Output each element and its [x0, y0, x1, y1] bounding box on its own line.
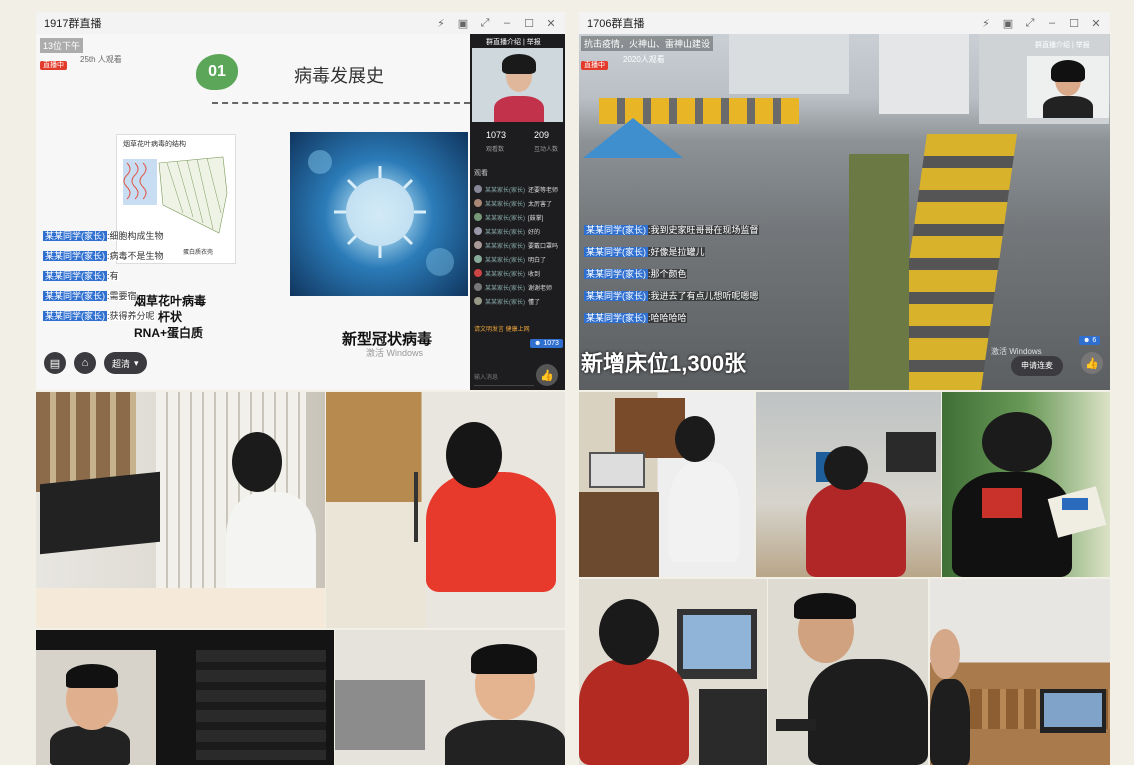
video-caption: 新增床位1,300张: [581, 351, 747, 376]
viewer-list: 某某家长(家长) 还要等老师 某某家长(家长) 太厉害了 某某家长(家长) [鼓掌] …: [474, 182, 562, 308]
like-button[interactable]: 👍: [1081, 352, 1103, 374]
covid-virus-image: [290, 132, 468, 296]
pin-icon[interactable]: ⚡: [435, 17, 447, 30]
chat-line-3: 某某同学(家长):那个颜色: [584, 269, 687, 279]
photo-teacher-laptop: [36, 392, 325, 628]
right-live-window: 1706群直播 ⚡ ▣ ⤢ – ☐ ✕ 抗击疫情，火神山、雷神山建设 直播中 2…: [579, 12, 1110, 390]
tmv-diagram: 烟草花叶病毒的结构 蛋白质衣壳: [116, 134, 236, 264]
maximize-icon[interactable]: ☐: [523, 17, 535, 30]
quality-selector[interactable]: 超清 ▾: [104, 352, 147, 374]
share-screen-button[interactable]: ▤: [44, 352, 66, 374]
chat-line-4: 某某同学(家长):我进去了有点儿想听呢嗯嗯: [584, 291, 759, 301]
screen-icon[interactable]: ▣: [1002, 17, 1014, 30]
live-badge: 直播中: [40, 54, 67, 72]
expand-icon[interactable]: ⤢: [479, 17, 491, 30]
gift-button[interactable]: ⌂: [74, 352, 96, 374]
list-item[interactable]: 某某家长(家长) 好的: [474, 224, 562, 238]
header-links[interactable]: 群直播介绍 | 举报: [486, 37, 541, 47]
close-icon[interactable]: ✕: [545, 17, 557, 30]
list-item[interactable]: 某某家长(家长) 收到: [474, 266, 562, 280]
slide-area: 13位下午 直播中 25th 人观看 01 病毒发展史 烟草花叶病毒的结构 蛋白…: [36, 34, 470, 390]
header-links[interactable]: 群直播介绍 | 举报: [1035, 40, 1090, 50]
left-live-window: 1917群直播 ⚡ ▣ ⤢ – ☐ ✕ 13位下午 直播中 25th 人观看 0…: [36, 12, 565, 390]
chat-line-1: 某某同学(家长):我到史家旺哥哥在现场监督: [584, 225, 759, 235]
photo-teacher-stream-screen: [36, 630, 334, 765]
chat-input[interactable]: 输入消息: [474, 372, 534, 386]
stream-title: 13位下午: [40, 38, 84, 53]
minimize-icon[interactable]: –: [1046, 17, 1058, 30]
photo-teacher-mic: [326, 392, 565, 628]
chat-line-5: 某某同学(家长):哈哈哈哈: [584, 313, 687, 323]
diagram-label: 蛋白质衣壳: [183, 250, 214, 256]
presenter-video: [1027, 56, 1109, 118]
photo-student-computer: [756, 392, 941, 577]
heading-divider: [212, 102, 470, 104]
expand-icon[interactable]: ⤢: [1024, 17, 1036, 30]
photo-student-phone: [942, 392, 1110, 577]
minimize-icon[interactable]: –: [501, 17, 513, 30]
user-icon: ☻: [534, 340, 542, 347]
list-item[interactable]: 某某家长(家长) 谢谢老师: [474, 280, 562, 294]
chevron-down-icon: ▾: [134, 357, 139, 368]
section-label: 观看: [474, 170, 488, 177]
right-window-title: 1706群直播: [587, 18, 645, 30]
live-badge: 直播中: [581, 54, 608, 72]
user-icon: ☻: [1083, 337, 1091, 344]
chat-line-5: 某某同学(家长):获得养分呢: [43, 311, 155, 321]
left-titlebar: 1917群直播 ⚡ ▣ ⤢ – ☐ ✕: [36, 12, 565, 35]
viewer-count: 25th 人观看: [80, 55, 122, 64]
close-icon[interactable]: ✕: [1090, 17, 1102, 30]
slide-number-leaf: 01: [196, 54, 238, 90]
stat-interactions-label: 互动人数: [534, 147, 559, 153]
diagram-caption: 烟草花叶病毒的结构: [123, 141, 186, 148]
left-side-panel: 群直播介绍 | 举报 1073 209 观看数 互动人数 观看 某某家长(家长)…: [470, 34, 565, 390]
pin-icon[interactable]: ⚡: [980, 17, 992, 30]
list-item[interactable]: 某某家长(家长) 还要等老师: [474, 182, 562, 196]
stat-viewers-label: 观看数: [486, 147, 505, 153]
photo-student-desk: [579, 392, 754, 577]
chat-line-3: 某某同学(家长):有: [43, 271, 119, 281]
like-button[interactable]: 👍: [536, 364, 558, 386]
screen-icon[interactable]: ▣: [457, 17, 469, 30]
virus-icon: [308, 150, 454, 276]
windows-watermark: 激活 Windows: [366, 348, 424, 358]
apply-connect-button[interactable]: 申请连麦: [1011, 356, 1063, 376]
list-item[interactable]: 某某家长(家长) 明白了: [474, 252, 562, 266]
photo-teacher-laptop-2: [335, 630, 565, 765]
maximize-icon[interactable]: ☐: [1068, 17, 1080, 30]
slide-heading: 病毒发展史: [294, 66, 384, 87]
viewer-count: 2020人观看: [623, 55, 665, 64]
online-count-badge[interactable]: ☻ 1073: [530, 339, 563, 348]
photo-student-monitor: [579, 579, 767, 765]
virus-composition: RNA+蛋白质: [134, 326, 204, 340]
stat-viewers: 1073: [486, 130, 507, 140]
list-item[interactable]: 某某家长(家长) 要戴口罩吗: [474, 238, 562, 252]
virus-shape: 杆状: [158, 310, 183, 324]
photo-student-phone-2: [768, 579, 928, 765]
teacher-video: [472, 48, 563, 122]
online-count-badge[interactable]: ☻ 6: [1079, 336, 1101, 345]
right-titlebar: 1706群直播 ⚡ ▣ ⤢ – ☐ ✕: [579, 12, 1110, 35]
list-item[interactable]: 某某家长(家长) [鼓掌]: [474, 210, 562, 224]
stream-title: 抗击疫情，火神山、雷神山建设: [581, 36, 714, 51]
left-window-title: 1917群直播: [44, 18, 102, 30]
chat-line-1: 某某同学(家长):细胞构成生物: [43, 231, 164, 241]
virus-name: 烟草花叶病毒: [134, 294, 207, 308]
list-item[interactable]: 某某家长(家长) 太厉害了: [474, 196, 562, 210]
construction-video: 抗击疫情，火神山、雷神山建设 直播中 2020人观看 群直播介绍 | 举报 某某…: [579, 34, 1110, 390]
tent-icon: [583, 118, 683, 158]
stat-interactions: 209: [534, 130, 550, 140]
chat-line-2: 某某同学(家长):好像是拉罐儿: [584, 247, 705, 257]
list-item[interactable]: 某某家长(家长) 懂了: [474, 294, 562, 308]
footer-warning: 请文明发言 健康上网: [474, 327, 530, 333]
chat-line-2: 某某同学(家长):病毒不是生物: [43, 251, 164, 261]
chat-line-4: 某某同学(家长):需要宿: [43, 291, 137, 301]
photo-student-laptop: [930, 579, 1110, 765]
